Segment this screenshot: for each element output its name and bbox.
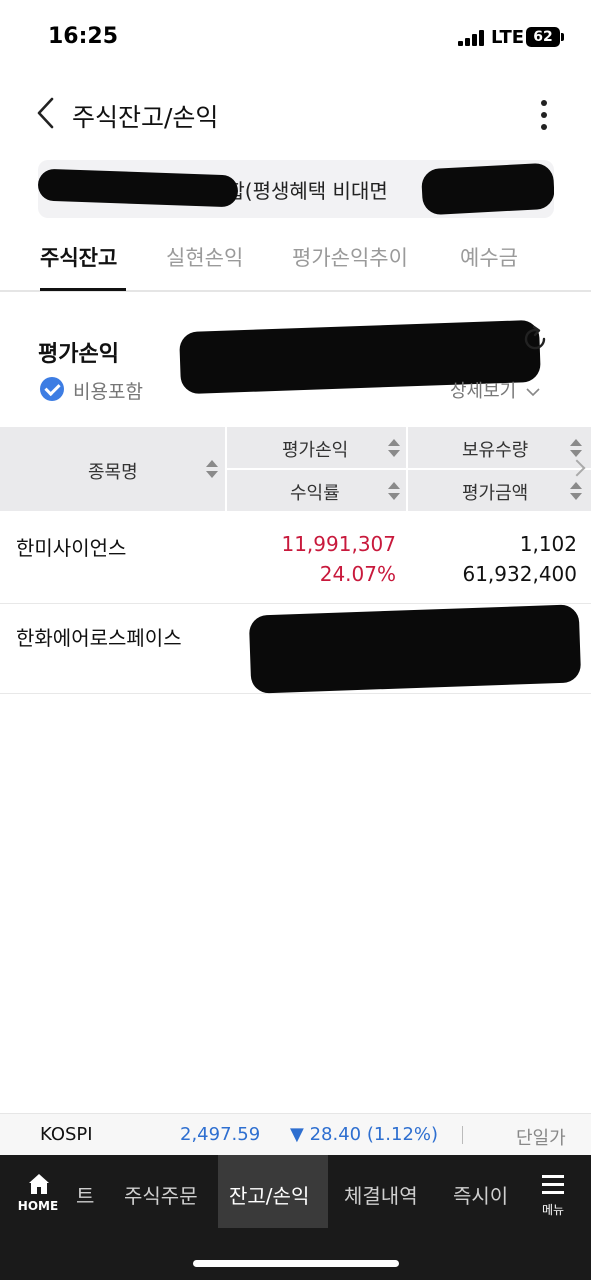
back-button[interactable] xyxy=(30,96,64,130)
home-icon xyxy=(29,1174,49,1194)
quantity-value: 1,102 xyxy=(519,532,577,556)
home-indicator xyxy=(193,1260,399,1267)
single-price-label: 단일가 xyxy=(516,1128,566,1149)
status-bar: 16:25 LTE 62 xyxy=(0,0,591,76)
tab-deposit[interactable]: 예수금 xyxy=(460,242,518,272)
col-quantity[interactable]: 보유수량 xyxy=(462,436,528,462)
app-header: 주식잔고/손익 xyxy=(0,80,591,150)
table-header: 종목명 평가손익 수익률 보유수량 평가금액 xyxy=(0,427,591,511)
network-label: LTE xyxy=(491,27,525,48)
tab-stock-balance[interactable]: 주식잔고 xyxy=(40,242,117,272)
nav-item-executions[interactable]: 체결내역 xyxy=(344,1180,418,1209)
status-time: 16:25 xyxy=(48,24,119,49)
table-row[interactable]: 한화에어로스페이스 xyxy=(0,604,591,694)
divider xyxy=(462,1126,463,1144)
chevron-left-icon xyxy=(37,97,54,129)
battery-icon: 62 xyxy=(526,27,564,47)
nav-item-partial[interactable]: 트 xyxy=(76,1180,94,1209)
detail-view-button[interactable]: 상세보기 xyxy=(450,377,540,403)
sort-icon[interactable] xyxy=(388,482,400,500)
home-label: HOME xyxy=(17,1199,59,1213)
sort-icon[interactable] xyxy=(388,439,400,457)
account-selector[interactable]: 종합(평생혜택 비대면 xyxy=(38,160,554,218)
tab-realized-pl[interactable]: 실현손익 xyxy=(166,242,243,272)
eval-amount-value: 61,932,400 xyxy=(462,562,577,586)
eval-pl-value: 11,991,307 xyxy=(281,532,396,556)
menu-icon xyxy=(542,1175,564,1178)
index-change: ▼ 28.40 (1.12%) xyxy=(290,1124,439,1145)
index-name: KOSPI xyxy=(40,1124,93,1145)
refresh-icon[interactable] xyxy=(520,324,550,354)
tab-eval-pl-trend[interactable]: 평가손익추이 xyxy=(292,242,408,272)
active-tab-indicator xyxy=(40,288,126,291)
return-rate-value: 24.07% xyxy=(319,562,396,586)
nav-item-stock-order[interactable]: 주식주문 xyxy=(124,1180,198,1209)
more-button[interactable] xyxy=(530,96,558,134)
nav-item-instant[interactable]: 즉시이 xyxy=(453,1180,517,1209)
menu-label: 메뉴 xyxy=(541,1203,565,1217)
stock-name: 한미사이언스 xyxy=(16,536,127,560)
check-icon[interactable] xyxy=(40,377,64,401)
col-return-rate[interactable]: 수익률 xyxy=(290,479,340,505)
tab-bar: 주식잔고 실현손익 평가손익추이 예수금 xyxy=(0,232,591,292)
nav-home[interactable]: HOME xyxy=(16,1173,60,1221)
sort-icon[interactable] xyxy=(206,460,218,478)
sort-icon[interactable] xyxy=(570,439,582,457)
table-row[interactable]: 한미사이언스 11,991,307 24.07% 1,102 61,932,40… xyxy=(0,511,591,604)
signal-icon xyxy=(458,30,486,46)
more-vertical-icon xyxy=(541,100,547,106)
col-stock-name[interactable]: 종목명 xyxy=(88,458,138,484)
summary-title: 평가손익 xyxy=(38,342,119,367)
stock-name: 한화에어로스페이스 xyxy=(16,626,182,650)
include-fee-label[interactable]: 비용포함 xyxy=(73,377,143,404)
redaction-mark xyxy=(420,162,554,216)
redaction-mark xyxy=(38,168,239,208)
detail-view-label: 상세보기 xyxy=(450,381,517,402)
page-title: 주식잔고/손익 xyxy=(72,103,219,132)
chevron-down-icon xyxy=(526,388,540,397)
index-ticker[interactable]: KOSPI 2,497.59 ▼ 28.40 (1.12%) 단일가 xyxy=(0,1113,591,1155)
sort-icon[interactable] xyxy=(570,482,582,500)
col-eval-pl[interactable]: 평가손익 xyxy=(282,436,348,462)
nav-menu[interactable]: 메뉴 xyxy=(536,1173,570,1219)
index-value: 2,497.59 xyxy=(180,1124,261,1145)
nav-item-balance[interactable]: 잔고/손익 xyxy=(229,1180,309,1209)
col-eval-amount[interactable]: 평가금액 xyxy=(462,479,528,505)
redaction-mark xyxy=(248,604,582,694)
